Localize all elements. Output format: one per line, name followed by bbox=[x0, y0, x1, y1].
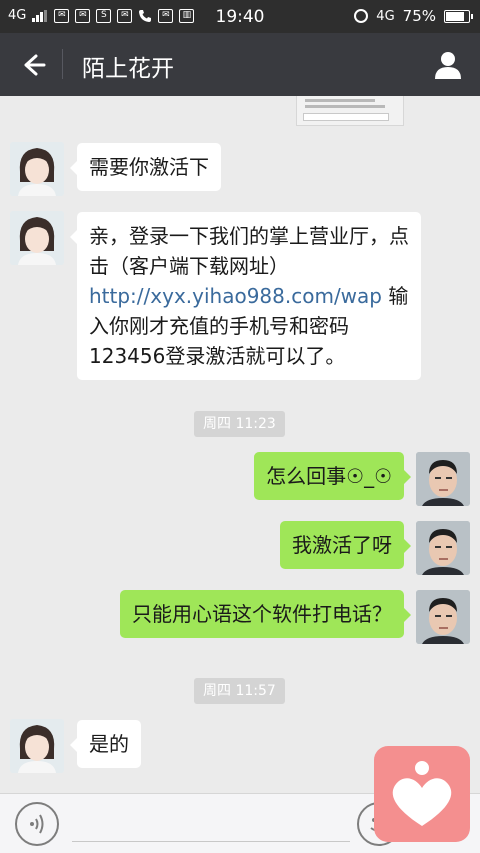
back-arrow-icon[interactable] bbox=[14, 47, 50, 83]
message-text: 只能用心语这个软件打电话？ bbox=[132, 602, 392, 626]
message-text: 需要你激活下 bbox=[89, 155, 209, 179]
nav-divider bbox=[62, 49, 63, 79]
network-right-label: 4G bbox=[376, 8, 395, 24]
floating-heart-app-button[interactable] bbox=[374, 746, 470, 842]
message-link[interactable]: http://xyx.yihao988.com/wap bbox=[89, 284, 382, 308]
voice-wave-icon bbox=[30, 814, 44, 834]
battery-icon bbox=[444, 9, 473, 23]
profile-icon[interactable] bbox=[430, 47, 466, 83]
heart-icon bbox=[392, 761, 452, 826]
status-bar: 4G ✉ ✉ S ✉ ✉ ▥ 19:40 4G 75% bbox=[0, 0, 480, 33]
message-text: 亲，登录一下我们的掌上营业厅，点击（客户端下载网址） bbox=[89, 224, 409, 278]
image-box bbox=[303, 113, 389, 121]
timestamp: 周四 11:23 bbox=[194, 411, 285, 437]
alarm-icon bbox=[354, 9, 369, 23]
nav-bar: 陌上花开 bbox=[0, 33, 480, 96]
message-bubble-outgoing[interactable]: 怎么回事☉_☉ bbox=[254, 452, 411, 500]
battery-percent: 75% bbox=[402, 7, 436, 25]
message-input[interactable] bbox=[72, 841, 350, 842]
avatar-contact[interactable] bbox=[10, 211, 64, 265]
avatar-boy-icon bbox=[416, 521, 470, 575]
chat-area[interactable]: 需要你激活下 亲，登录一下我们的掌上营业厅，点击（客户端下载网址） http:/… bbox=[0, 96, 480, 793]
avatar-contact[interactable] bbox=[10, 719, 64, 773]
image-line bbox=[305, 105, 385, 108]
voice-input-button[interactable] bbox=[15, 802, 59, 846]
message-bubble-incoming[interactable]: 亲，登录一下我们的掌上营业厅，点击（客户端下载网址） http://xyx.yi… bbox=[70, 212, 421, 380]
timestamp: 周四 11:57 bbox=[194, 678, 285, 704]
avatar-boy-icon bbox=[416, 590, 470, 644]
message-bubble-incoming[interactable]: 是的 bbox=[70, 720, 141, 768]
status-right: 4G 75% bbox=[354, 7, 473, 25]
avatar-self[interactable] bbox=[416, 521, 470, 575]
image-message-partial[interactable] bbox=[296, 96, 404, 126]
chat-title: 陌上花开 bbox=[82, 56, 174, 82]
message-text: 怎么回事☉_☉ bbox=[266, 464, 392, 488]
message-text: 我激活了呀 bbox=[292, 533, 392, 557]
message-bubble-outgoing[interactable]: 只能用心语这个软件打电话？ bbox=[120, 590, 411, 638]
avatar-girl-icon bbox=[10, 719, 64, 773]
avatar-girl-icon bbox=[10, 142, 64, 196]
avatar-boy-icon bbox=[416, 452, 470, 506]
image-line bbox=[305, 99, 375, 102]
avatar-self[interactable] bbox=[416, 590, 470, 644]
message-bubble-outgoing[interactable]: 我激活了呀 bbox=[280, 521, 411, 569]
message-bubble-incoming[interactable]: 需要你激活下 bbox=[70, 143, 221, 191]
avatar-girl-icon bbox=[10, 211, 64, 265]
message-text: 是的 bbox=[89, 732, 129, 756]
avatar-self[interactable] bbox=[416, 452, 470, 506]
avatar-contact[interactable] bbox=[10, 142, 64, 196]
